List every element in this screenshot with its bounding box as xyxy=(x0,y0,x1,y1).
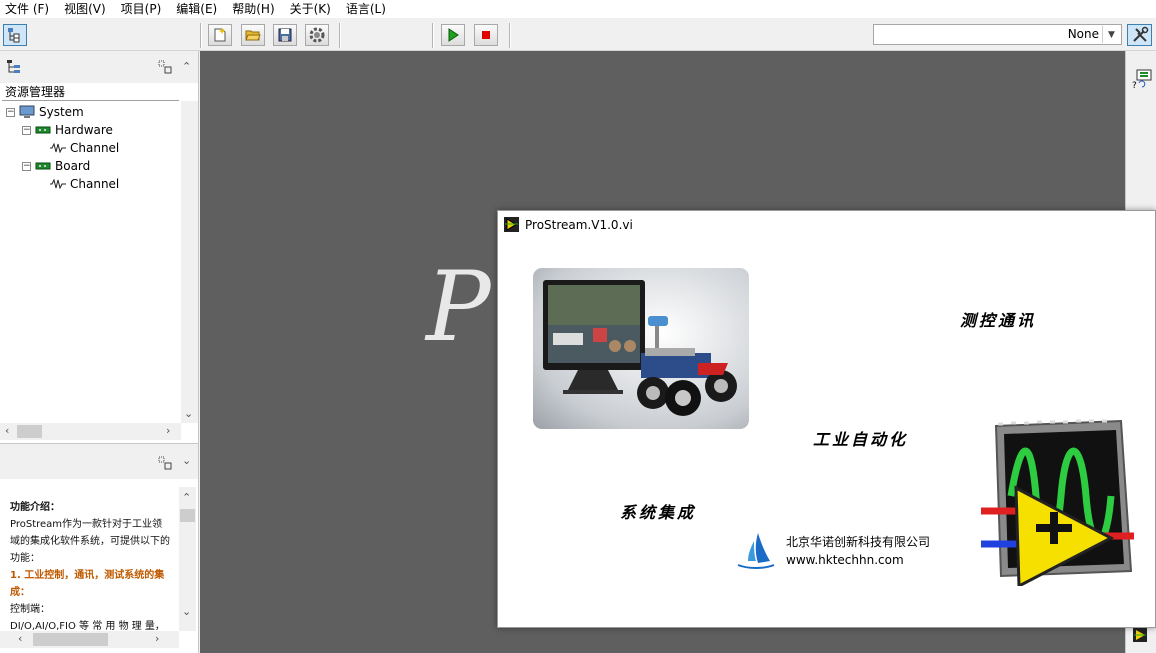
left-panel: ⌃ 资源管理器 − System − Hardware Channel − Bo… xyxy=(0,51,199,653)
chevron-left-icon[interactable]: ‹ xyxy=(5,425,9,436)
scroll-thumb[interactable] xyxy=(180,509,195,522)
company-url[interactable]: www.hktechhn.com xyxy=(786,551,930,569)
menu-language[interactable]: 语言(L) xyxy=(346,1,386,17)
waveform-icon xyxy=(50,179,66,189)
chevron-up-icon[interactable]: ⌃ xyxy=(182,61,191,72)
company-info: 北京华诺创新科技有限公司 www.hktechhn.com xyxy=(786,533,930,569)
menu-file[interactable]: 文件 (F) xyxy=(5,1,49,17)
function-description: 功能介绍： ProStream作为一款针对于工业领域的集成化软件系统，可提供以下… xyxy=(10,499,172,635)
tree-view-icon xyxy=(8,28,20,43)
scroll-thumb[interactable] xyxy=(17,425,42,438)
description-vertical-scrollbar[interactable]: ⌃ ⌄ xyxy=(179,487,196,631)
toolbar: None ▼ xyxy=(0,18,1156,51)
tree-horizontal-scrollbar[interactable]: ‹ › xyxy=(0,423,181,440)
play-icon xyxy=(448,28,459,42)
tree-item-hardware[interactable]: − Hardware xyxy=(22,121,113,139)
panel-header: ⌄ xyxy=(0,447,198,479)
save-button[interactable] xyxy=(273,24,297,46)
board-icon xyxy=(35,162,51,170)
description-body: ProStream作为一款针对于工业领域的集成化软件系统，可提供以下的功能： xyxy=(10,519,170,564)
vi-icon[interactable] xyxy=(1132,627,1148,643)
description-control-label: 控制端： xyxy=(10,604,50,615)
tree-icon xyxy=(7,60,20,73)
tree-label: System xyxy=(39,105,84,119)
splash-window[interactable]: ProStream.V1.0.vi 测控通讯 工业自动化 系统集成 北京华诺创新… xyxy=(497,210,1156,628)
tree-vertical-scrollbar[interactable]: ⌄ xyxy=(181,101,198,423)
collapse-icon[interactable]: − xyxy=(22,161,31,171)
chevron-down-icon[interactable]: ▼ xyxy=(1102,26,1120,43)
labview-logo-icon xyxy=(981,419,1134,586)
chevron-down-icon[interactable]: ⌄ xyxy=(182,455,191,466)
open-folder-button[interactable] xyxy=(241,24,265,46)
tree-item-channel[interactable]: Channel xyxy=(50,139,119,157)
board-icon xyxy=(35,126,51,134)
new-file-icon xyxy=(214,28,226,42)
save-icon xyxy=(278,28,292,42)
new-file-button[interactable] xyxy=(208,24,232,46)
menu-about[interactable]: 关于(K) xyxy=(290,1,331,17)
description-feature: 1. 工业控制，通讯，测试系统的集成： xyxy=(10,570,165,598)
target-select[interactable]: None ▼ xyxy=(873,24,1122,45)
resource-manager-panel: ⌃ 资源管理器 − System − Hardware Channel − Bo… xyxy=(0,51,198,444)
tree-label: Hardware xyxy=(55,123,113,137)
description-heading: 功能介绍： xyxy=(10,502,60,513)
menu-help[interactable]: 帮助(H) xyxy=(232,1,274,17)
gear-icon xyxy=(309,27,325,43)
collapse-icon[interactable]: − xyxy=(6,107,15,117)
run-button[interactable] xyxy=(441,24,465,46)
stop-button[interactable] xyxy=(474,24,498,46)
robot-car-illustration xyxy=(543,280,737,416)
menu-bar: 文件 (F) 视图(V) 项目(P) 编辑(E) 帮助(H) 关于(K) 语言(… xyxy=(0,0,1156,18)
tree-item-system[interactable]: − System xyxy=(6,103,84,121)
chevron-down-icon[interactable]: ⌄ xyxy=(182,606,191,617)
waveform-icon xyxy=(50,143,66,153)
resource-manager-header: 资源管理器 xyxy=(2,84,179,101)
context-help-icon[interactable]: ? xyxy=(1131,69,1153,91)
tools-button[interactable] xyxy=(1127,24,1152,46)
chevron-down-icon[interactable]: ⌄ xyxy=(184,408,193,419)
tree-item-channel[interactable]: Channel xyxy=(50,175,119,193)
splash-title: ProStream.V1.0.vi xyxy=(525,218,633,232)
tree-label: Channel xyxy=(70,177,120,191)
product-image xyxy=(533,268,749,429)
settings-button[interactable] xyxy=(305,24,329,46)
panel-header: ⌃ xyxy=(0,51,198,83)
menu-project[interactable]: 项目(P) xyxy=(121,1,162,17)
description-control-detail: DI/O,AI/O,FIO 等 常 用 物 理 量， xyxy=(10,621,165,632)
collapse-icon[interactable]: − xyxy=(22,125,31,135)
target-select-value: None xyxy=(1067,27,1099,41)
chevron-right-icon[interactable]: › xyxy=(166,425,170,436)
project-tree-toggle-button[interactable] xyxy=(3,24,27,46)
tree-label: Channel xyxy=(70,141,120,155)
tools-icon xyxy=(1132,26,1148,42)
chevron-up-icon[interactable]: ⌃ xyxy=(182,492,191,503)
company-name: 北京华诺创新科技有限公司 xyxy=(786,535,931,549)
menu-view[interactable]: 视图(V) xyxy=(64,1,106,17)
dock-icon[interactable] xyxy=(158,456,172,470)
chevron-left-icon[interactable]: ‹ xyxy=(18,633,22,644)
tree-label: Board xyxy=(55,159,91,173)
chevron-right-icon[interactable]: › xyxy=(155,633,159,644)
stop-icon xyxy=(482,31,490,39)
open-folder-icon xyxy=(245,30,261,41)
splash-text-industrial-automation: 工业自动化 xyxy=(813,430,909,449)
menu-edit[interactable]: 编辑(E) xyxy=(176,1,217,17)
company-logo-icon xyxy=(737,533,775,569)
splash-text-system-integration: 系统集成 xyxy=(620,503,697,522)
splash-text-measurement-communication: 测控通讯 xyxy=(960,311,1037,330)
svg-text:?: ? xyxy=(1132,81,1137,91)
dock-icon[interactable] xyxy=(158,60,172,74)
vi-icon xyxy=(504,217,519,232)
tree-item-board[interactable]: − Board xyxy=(22,157,90,175)
computer-icon xyxy=(19,105,35,118)
